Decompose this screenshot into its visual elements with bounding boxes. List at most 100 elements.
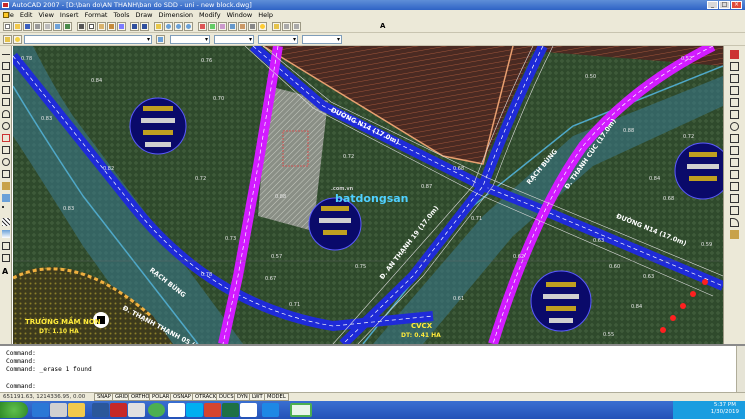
array-icon[interactable] — [730, 98, 739, 107]
revision-cloud-icon[interactable] — [2, 134, 10, 142]
layer-properties-icon[interactable] — [3, 35, 12, 44]
clock[interactable]: 5:37 PM 1/30/2019 — [711, 402, 739, 416]
menu-format[interactable]: Format — [82, 10, 111, 20]
excel-icon[interactable] — [222, 403, 239, 417]
block-editor-icon[interactable] — [117, 22, 126, 31]
linetype-dropdown[interactable] — [214, 35, 254, 44]
ellipse-arc-icon[interactable] — [2, 170, 10, 178]
cad-icon[interactable] — [50, 403, 67, 417]
plotstyle-dropdown[interactable] — [302, 35, 342, 44]
acrobat-icon[interactable] — [110, 403, 127, 417]
dim-style-icon[interactable] — [292, 22, 301, 31]
fillet-icon[interactable] — [730, 218, 739, 227]
autocad-app-icon[interactable] — [2, 2, 9, 8]
menu-tools[interactable]: Tools — [110, 10, 132, 20]
command-window[interactable]: Command: Command: Command: _erase 1 foun… — [0, 344, 745, 392]
chamfer-icon[interactable] — [730, 206, 739, 215]
menu-window[interactable]: Window — [224, 10, 256, 20]
sheet-set-icon[interactable] — [228, 22, 237, 31]
command-input[interactable]: Command: — [6, 383, 36, 390]
autocad-icon[interactable] — [290, 403, 312, 417]
line-icon[interactable] — [2, 54, 10, 55]
mirror-icon[interactable] — [730, 74, 739, 83]
polar-toggle[interactable]: POLAR — [149, 393, 173, 401]
snap-toggle[interactable]: SNAP — [94, 393, 114, 401]
offset-icon[interactable] — [730, 86, 739, 95]
design-center-icon[interactable] — [208, 22, 217, 31]
rectangle-icon[interactable] — [2, 98, 10, 106]
3d-dwf-icon[interactable] — [63, 22, 72, 31]
copy-icon[interactable] — [87, 22, 96, 31]
maximize-button[interactable]: □ — [719, 1, 730, 9]
move-icon[interactable] — [730, 110, 739, 119]
join-icon[interactable] — [730, 194, 739, 203]
ellipse-icon[interactable] — [2, 158, 10, 166]
polygon-icon[interactable] — [2, 86, 10, 94]
close-button[interactable]: × — [731, 1, 742, 9]
trim-icon[interactable] — [730, 158, 739, 167]
menu-modify[interactable]: Modify — [196, 10, 224, 20]
text-style-icon[interactable] — [282, 22, 291, 31]
zalo-icon[interactable] — [148, 403, 165, 417]
zoom-previous-icon[interactable] — [184, 22, 193, 31]
network-icon[interactable] — [204, 403, 221, 417]
layer-manager-icon[interactable] — [272, 22, 281, 31]
minimize-button[interactable]: _ — [707, 1, 718, 9]
table-icon[interactable] — [2, 254, 10, 262]
help-icon[interactable] — [258, 22, 267, 31]
gradient-icon[interactable] — [2, 230, 10, 238]
construction-line-icon[interactable] — [2, 62, 10, 70]
polyline-icon[interactable] — [2, 74, 10, 82]
hatch-icon[interactable] — [2, 218, 10, 226]
properties-icon[interactable] — [198, 22, 207, 31]
erase-icon[interactable] — [730, 50, 739, 59]
circle-icon[interactable] — [2, 122, 10, 130]
layer-previous-icon[interactable] — [156, 35, 165, 44]
multiline-text-icon[interactable]: A — [2, 268, 10, 276]
save-icon[interactable] — [23, 22, 32, 31]
new-icon[interactable] — [3, 22, 12, 31]
publish-icon[interactable] — [53, 22, 62, 31]
start-button[interactable] — [0, 402, 28, 418]
spline-icon[interactable] — [2, 146, 10, 154]
menu-view[interactable]: View — [35, 10, 56, 20]
word-icon[interactable] — [92, 403, 109, 417]
insert-block-icon[interactable] — [2, 182, 10, 190]
skype-icon[interactable] — [186, 403, 203, 417]
media-icon[interactable] — [128, 403, 145, 417]
text-style-label[interactable]: A — [380, 22, 385, 31]
match-properties-icon[interactable] — [107, 22, 116, 31]
markup-icon[interactable] — [238, 22, 247, 31]
layer-on-icon[interactable] — [13, 35, 22, 44]
command-scrollbar[interactable] — [736, 346, 745, 392]
stretch-icon[interactable] — [730, 146, 739, 155]
region-icon[interactable] — [2, 242, 10, 250]
explode-icon[interactable] — [730, 230, 739, 239]
undo-icon[interactable] — [130, 22, 139, 31]
zoom-realtime-icon[interactable] — [164, 22, 173, 31]
osnap-toggle[interactable]: OSNAP — [170, 393, 194, 401]
scale-icon[interactable] — [730, 134, 739, 143]
quickcalc-icon[interactable] — [248, 22, 257, 31]
copy-object-icon[interactable] — [730, 62, 739, 71]
point-icon[interactable] — [2, 206, 4, 208]
folder-icon[interactable] — [68, 403, 85, 417]
menu-help[interactable]: Help — [255, 10, 276, 20]
menu-insert[interactable]: Insert — [57, 10, 82, 20]
model-toggle[interactable]: MODEL — [264, 393, 289, 401]
paste-icon[interactable] — [97, 22, 106, 31]
menu-draw[interactable]: Draw — [133, 10, 156, 20]
zoom-window-icon[interactable] — [174, 22, 183, 31]
document-icon[interactable] — [3, 12, 9, 18]
rotate-icon[interactable] — [730, 122, 739, 131]
redo-icon[interactable] — [140, 22, 149, 31]
excel-2-icon[interactable] — [262, 403, 279, 417]
tool-palettes-icon[interactable] — [218, 22, 227, 31]
menu-edit[interactable]: Edit — [17, 10, 36, 20]
make-block-icon[interactable] — [2, 194, 10, 202]
color-dropdown[interactable] — [170, 35, 210, 44]
plot-icon[interactable] — [33, 22, 42, 31]
cut-icon[interactable] — [77, 22, 86, 31]
arc-icon[interactable] — [2, 110, 10, 118]
ps-icon[interactable] — [240, 403, 257, 417]
